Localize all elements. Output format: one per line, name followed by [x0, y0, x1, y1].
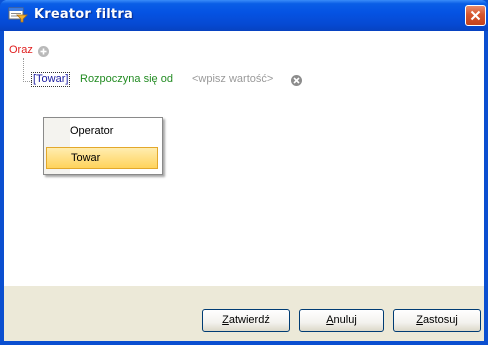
cancel-accelerator: A: [326, 314, 334, 326]
apply-button[interactable]: Zastosuj: [393, 309, 481, 332]
filter-builder-window: Kreator filtra Oraz [Towar] Rozpoczyna s…: [0, 0, 488, 345]
cancel-button[interactable]: Anuluj: [299, 309, 384, 332]
ok-button[interactable]: Zatwierdź: [202, 309, 290, 332]
group-operator-link[interactable]: Oraz: [9, 44, 33, 56]
menu-item-towar[interactable]: Towar: [46, 147, 158, 169]
cancel-label: nuluj: [333, 314, 357, 326]
tree-connector: [23, 58, 24, 82]
condition-value-input[interactable]: <wpisz wartość>: [192, 73, 273, 85]
ok-label: atwierdź: [228, 314, 270, 326]
filter-tree-area: Oraz [Towar] Rozpoczyna się od <wpisz wa…: [4, 31, 484, 286]
remove-condition-icon[interactable]: [291, 75, 302, 86]
title-bar[interactable]: Kreator filtra: [0, 0, 488, 31]
close-icon: [470, 10, 481, 21]
ok-accelerator: Z: [222, 314, 229, 326]
field-context-menu: Operator Towar: [43, 117, 163, 175]
filter-window-icon: [8, 7, 28, 23]
close-button[interactable]: [465, 5, 486, 26]
menu-item-operator[interactable]: Operator: [46, 121, 158, 143]
add-condition-icon[interactable]: [38, 46, 49, 57]
apply-accelerator: Z: [416, 314, 423, 326]
condition-operator-link[interactable]: Rozpoczyna się od: [80, 73, 173, 85]
window-title: Kreator filtra: [34, 7, 133, 22]
condition-field-link[interactable]: [Towar]: [31, 72, 71, 87]
apply-label: astosuj: [422, 314, 458, 326]
